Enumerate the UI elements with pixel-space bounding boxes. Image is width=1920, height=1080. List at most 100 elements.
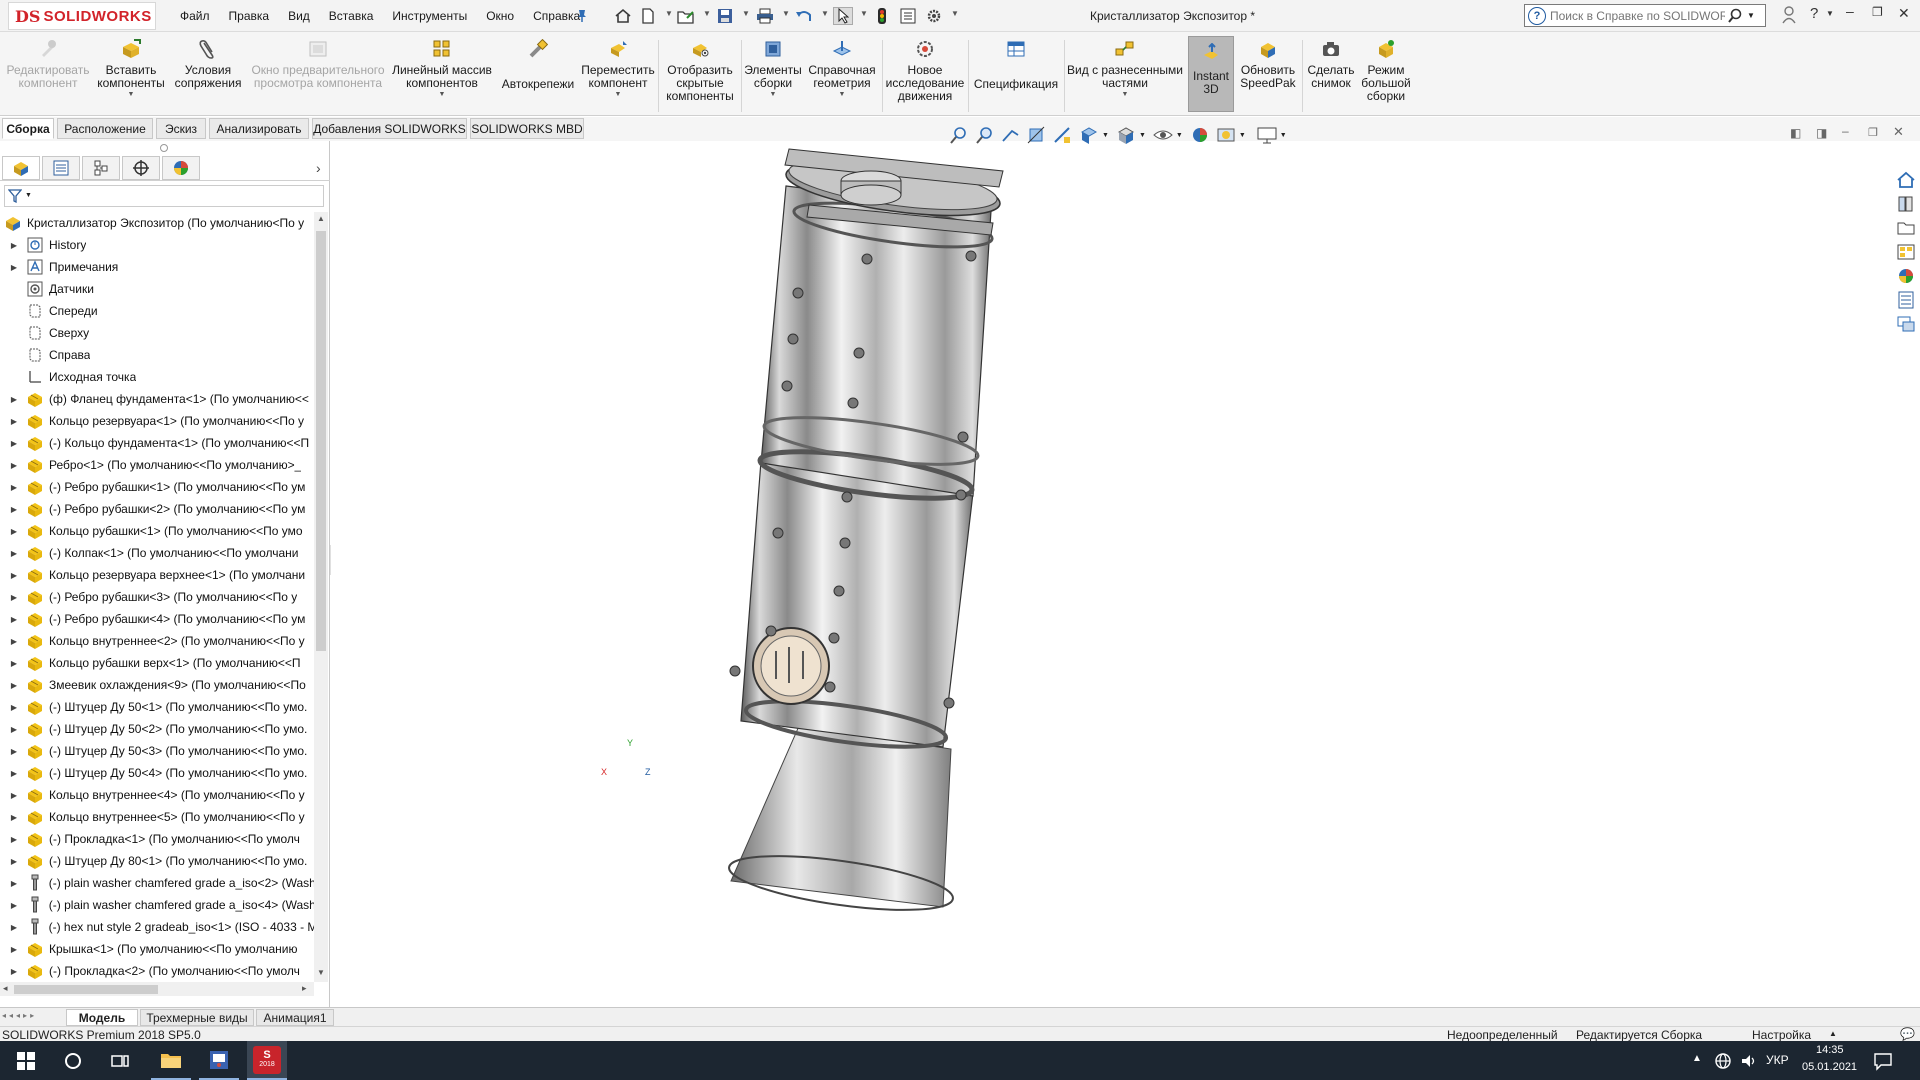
- expand-arrow-icon[interactable]: ▶: [8, 505, 20, 514]
- tray-show-hidden-icon[interactable]: ▲: [1692, 1053, 1702, 1064]
- panel-collapse-handle[interactable]: [160, 144, 168, 152]
- bill-of-materials-button[interactable]: Спецификация: [970, 38, 1062, 114]
- expand-arrow-icon[interactable]: ▶: [8, 945, 20, 954]
- tab-animation1[interactable]: Анимация1: [256, 1009, 334, 1026]
- expand-arrow-icon[interactable]: ▶: [8, 659, 20, 668]
- expand-arrow-icon[interactable]: ▶: [8, 681, 20, 690]
- save-dropdown-icon[interactable]: ▼: [742, 9, 750, 18]
- save-icon[interactable]: [715, 7, 735, 25]
- new-document-dropdown-icon[interactable]: ▼: [665, 9, 673, 18]
- user-account-icon[interactable]: [1782, 6, 1796, 27]
- help-dropdown-icon[interactable]: ▼: [1826, 9, 1834, 18]
- menu-window[interactable]: Окно: [486, 9, 514, 23]
- help-icon[interactable]: ?: [1810, 5, 1818, 22]
- tree-item[interactable]: ▶ Ребро<1> (По умолчанию<<По умолчанию>_: [0, 454, 314, 476]
- tree-item[interactable]: ▶ Примечания: [0, 256, 314, 278]
- tree-item[interactable]: ▶ (-) Кольцо фундамента<1> (По умолчанию<…: [0, 432, 314, 454]
- clock-date[interactable]: 05.01.2021: [1802, 1061, 1857, 1073]
- linear-pattern-dropdown-icon[interactable]: ▼: [439, 91, 446, 98]
- help-search-box[interactable]: ? ▼: [1524, 4, 1766, 27]
- display-style-icon[interactable]: [1115, 125, 1137, 145]
- options-gear-icon[interactable]: [924, 7, 944, 25]
- solidworks-logo[interactable]: DS SOLIDWORKS: [8, 2, 156, 30]
- tree-item[interactable]: ▶ (-) Ребро рубашки<1> (По умолчанию<<По …: [0, 476, 314, 498]
- exploded-view-button[interactable]: Вид с разнесенными частями ▼: [1066, 38, 1184, 114]
- tree-item[interactable]: Датчики: [0, 278, 314, 300]
- expand-arrow-icon[interactable]: ▶: [8, 703, 20, 712]
- view-settings-dropdown-icon[interactable]: ▼: [1280, 132, 1287, 139]
- viewport-close-icon[interactable]: ✕: [1893, 124, 1904, 140]
- scroll-down-icon[interactable]: ▼: [317, 968, 325, 977]
- tree-item[interactable]: ▶ (-) hex nut style 2 gradeab_iso<1> (ISO…: [0, 916, 314, 938]
- menu-edit[interactable]: Правка: [229, 9, 270, 23]
- menu-tools[interactable]: Инструменты: [392, 9, 467, 23]
- tree-item[interactable]: ▶ Кольцо резервуара<1> (По умолчанию<<По …: [0, 410, 314, 432]
- file-explorer-icon[interactable]: [1896, 218, 1916, 238]
- graphics-area[interactable]: Y X Z: [331, 141, 1920, 1007]
- move-component-dropdown-icon[interactable]: ▼: [615, 91, 622, 98]
- solidworks-resources-home-icon[interactable]: [1896, 170, 1916, 190]
- edit-component-button[interactable]: Редактировать компонент: [6, 38, 90, 114]
- expand-arrow-icon[interactable]: ▶: [8, 571, 20, 580]
- assembly-features-button[interactable]: Элементы сборки ▼: [742, 38, 804, 114]
- tree-item[interactable]: ▶ (-) Ребро рубашки<3> (По умолчанию<<По …: [0, 586, 314, 608]
- undo-dropdown-icon[interactable]: ▼: [821, 9, 829, 18]
- section-view-icon[interactable]: [1026, 125, 1048, 145]
- tree-item[interactable]: ▶ Кольцо внутреннее<4> (По умолчанию<<По …: [0, 784, 314, 806]
- tree-item[interactable]: ▶ (-) Колпак<1> (По умолчанию<<По умолчан…: [0, 542, 314, 564]
- display-manager-tab-icon[interactable]: [162, 156, 200, 180]
- edit-appearance-icon[interactable]: [1189, 125, 1211, 145]
- insert-components-button[interactable]: Вставить компоненты ▼: [91, 38, 171, 114]
- expand-arrow-icon[interactable]: ▶: [8, 769, 20, 778]
- expand-arrow-icon[interactable]: ▶: [8, 439, 20, 448]
- expand-arrow-icon[interactable]: ▶: [8, 747, 20, 756]
- dynamic-annotation-icon[interactable]: [1052, 125, 1074, 145]
- design-library-icon[interactable]: [1896, 194, 1916, 214]
- apply-scene-dropdown-icon[interactable]: ▼: [1239, 132, 1246, 139]
- pin-icon[interactable]: [572, 7, 592, 25]
- tree-item[interactable]: ▶ Кольцо рубашки<1> (По умолчанию<<По умо: [0, 520, 314, 542]
- property-manager-tab-icon[interactable]: [42, 156, 80, 180]
- scroll-up-icon[interactable]: ▲: [317, 214, 325, 223]
- insert-components-dropdown-icon[interactable]: ▼: [128, 91, 135, 98]
- expand-arrow-icon[interactable]: ▶: [8, 241, 20, 250]
- status-settings-arrow-icon[interactable]: ▲: [1829, 1029, 1837, 1038]
- new-motion-study-button[interactable]: Новое исследование движения: [884, 38, 966, 114]
- expand-arrow-icon[interactable]: ▶: [8, 417, 20, 426]
- menu-view[interactable]: Вид: [288, 9, 310, 23]
- new-document-icon[interactable]: [638, 7, 658, 25]
- component-preview-window-button[interactable]: Окно предварительного просмотра компонен…: [246, 38, 390, 114]
- tree-item[interactable]: ▶ (-) Ребро рубашки<2> (По умолчанию<<По …: [0, 498, 314, 520]
- filter-icon[interactable]: [8, 189, 22, 203]
- options-dropdown-icon[interactable]: ▼: [951, 9, 959, 18]
- tree-item[interactable]: ▶ Крышка<1> (По умолчанию<<По умолчанию: [0, 938, 314, 960]
- view-settings-monitor-icon[interactable]: [1256, 125, 1278, 145]
- volume-icon[interactable]: [1740, 1052, 1758, 1070]
- search-dropdown-icon[interactable]: ▼: [1747, 11, 1755, 20]
- tree-item[interactable]: ▶ History: [0, 234, 314, 256]
- tree-item[interactable]: Сверху: [0, 322, 314, 344]
- expand-arrow-icon[interactable]: ▶: [8, 593, 20, 602]
- mate-button[interactable]: Условия сопряжения: [170, 38, 246, 114]
- expand-arrow-icon[interactable]: ▶: [8, 879, 20, 888]
- show-hidden-components-button[interactable]: Отобразить скрытые компоненты: [660, 38, 740, 114]
- viewport-restore-icon[interactable]: ❐: [1868, 126, 1878, 139]
- status-message-icon[interactable]: 💬: [1900, 1027, 1915, 1041]
- viewport-tile-right-icon[interactable]: ◨: [1816, 126, 1827, 140]
- network-globe-icon[interactable]: [1714, 1052, 1732, 1070]
- solidworks-taskbar-icon[interactable]: S 2018: [247, 1041, 287, 1080]
- status-settings[interactable]: Настройка: [1752, 1028, 1811, 1042]
- tree-item[interactable]: ▶ (-) Штуцер Ду 80<1> (По умолчанию<<По у…: [0, 850, 314, 872]
- minimize-window-icon[interactable]: –: [1846, 3, 1854, 19]
- expand-arrow-icon[interactable]: ▶: [8, 725, 20, 734]
- tree-item[interactable]: ▶ (-) plain washer chamfered grade a_iso<…: [0, 872, 314, 894]
- tree-item[interactable]: ▶ (-) Штуцер Ду 50<2> (По умолчанию<<По у…: [0, 718, 314, 740]
- menu-insert[interactable]: Вставка: [329, 9, 374, 23]
- tab-evaluate[interactable]: Анализировать: [209, 118, 309, 139]
- notifications-icon[interactable]: [1873, 1051, 1893, 1071]
- tab-sketch[interactable]: Эскиз: [156, 118, 206, 139]
- tab-model[interactable]: Модель: [66, 1009, 138, 1026]
- expand-arrow-icon[interactable]: ▶: [8, 967, 20, 976]
- tree-item[interactable]: ▶ (-) plain washer chamfered grade a_iso<…: [0, 894, 314, 916]
- display-style-dropdown-icon[interactable]: ▼: [1139, 132, 1146, 139]
